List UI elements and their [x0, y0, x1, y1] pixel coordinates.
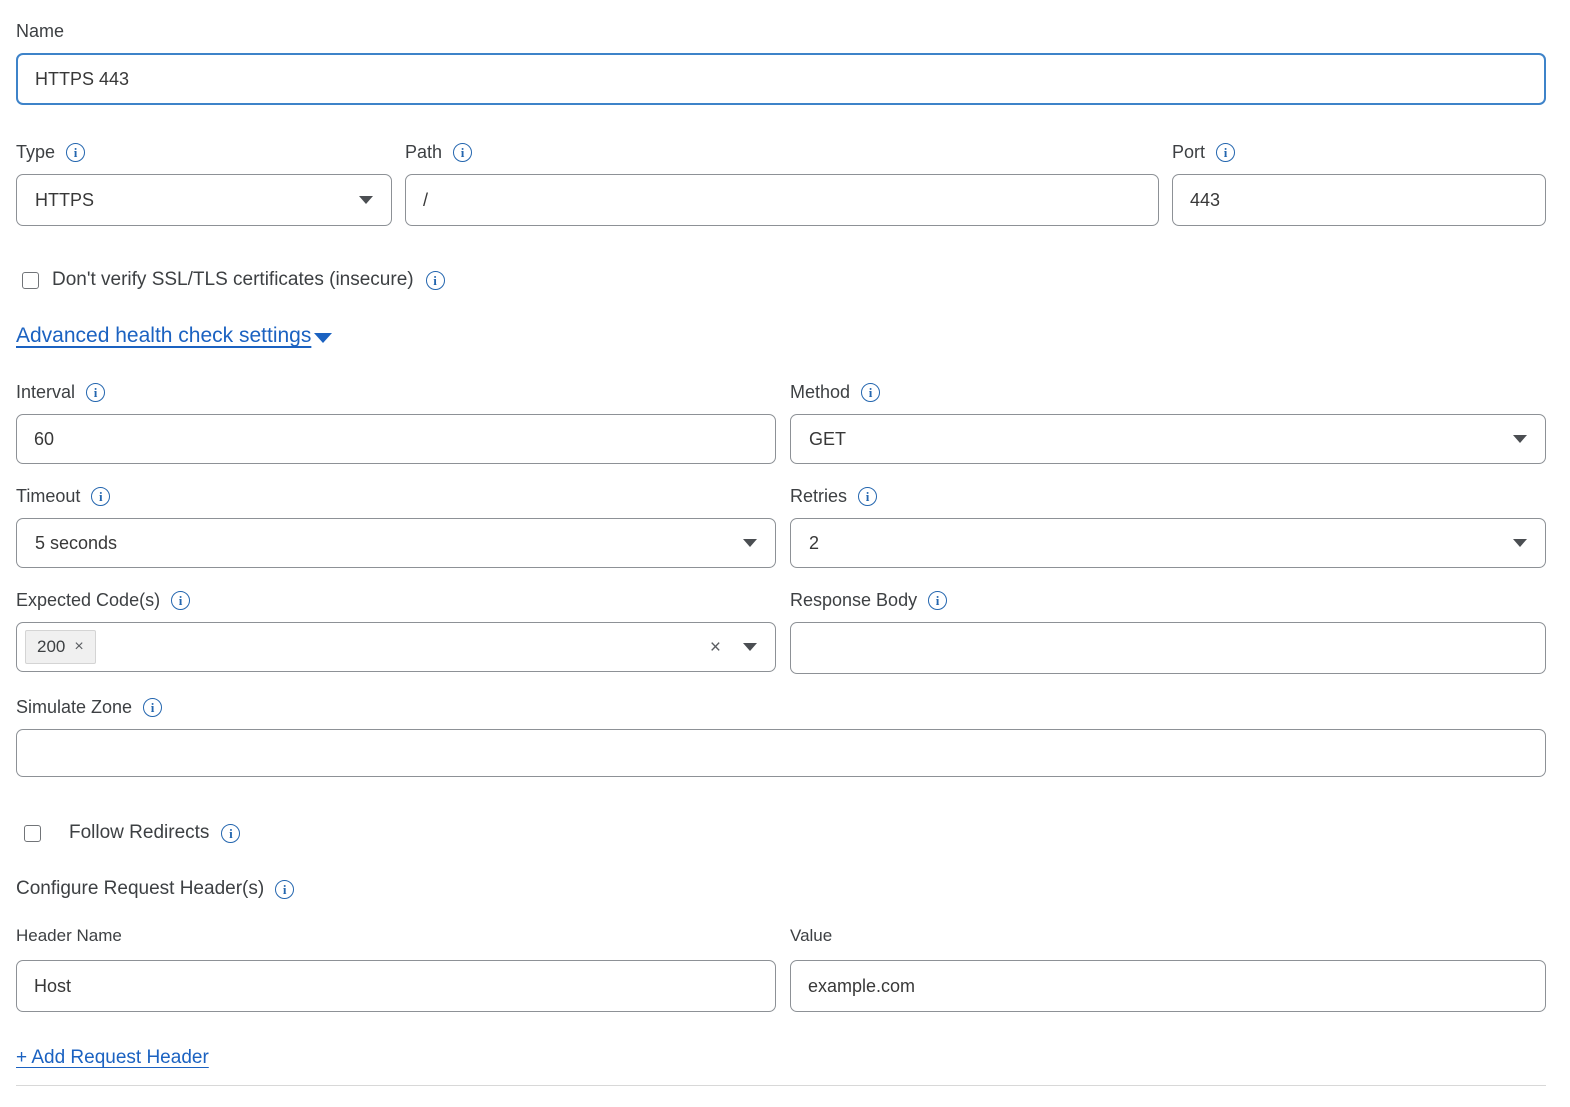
port-label-text: Port	[1172, 141, 1205, 163]
path-label: Path i	[405, 141, 1159, 163]
path-input[interactable]	[405, 174, 1159, 226]
expected-codes-multiselect[interactable]: 200 × ×	[16, 622, 776, 672]
timeout-select[interactable]: 5 seconds	[16, 518, 776, 568]
advanced-settings-link-text: Advanced health check settings	[16, 324, 311, 348]
port-input[interactable]	[1172, 174, 1546, 226]
name-label-text: Name	[16, 20, 64, 42]
simulate-zone-label: Simulate Zone i	[16, 696, 1546, 718]
chevron-down-icon	[1513, 435, 1527, 443]
info-icon[interactable]: i	[861, 383, 880, 402]
caret-down-icon	[314, 333, 332, 343]
interval-input[interactable]	[16, 414, 776, 464]
dont-verify-ssl-checkbox[interactable]	[22, 272, 39, 289]
dont-verify-ssl-label: Don't verify SSL/TLS certificates (insec…	[52, 269, 414, 291]
retries-select[interactable]: 2	[790, 518, 1546, 568]
method-label-text: Method	[790, 381, 850, 403]
method-select[interactable]: GET	[790, 414, 1546, 464]
response-body-input[interactable]	[790, 622, 1546, 674]
method-label: Method i	[790, 381, 1546, 403]
info-icon[interactable]: i	[1216, 143, 1235, 162]
method-select-value: GET	[809, 429, 846, 450]
name-input[interactable]	[16, 53, 1546, 105]
tag-remove-icon[interactable]: ×	[74, 638, 83, 656]
chevron-down-icon	[1513, 539, 1527, 547]
info-icon[interactable]: i	[66, 143, 85, 162]
simulate-zone-input[interactable]	[16, 729, 1546, 777]
info-icon[interactable]: i	[86, 383, 105, 402]
info-icon[interactable]: i	[426, 271, 445, 290]
timeout-label-text: Timeout	[16, 485, 80, 507]
timeout-select-value: 5 seconds	[35, 533, 117, 554]
chevron-down-icon	[359, 196, 373, 204]
expected-code-tag-text: 200	[37, 637, 65, 657]
chevron-down-icon[interactable]	[743, 643, 757, 651]
simulate-zone-label-text: Simulate Zone	[16, 696, 132, 718]
header-name-input[interactable]	[16, 960, 776, 1012]
info-icon[interactable]: i	[928, 591, 947, 610]
header-value-input[interactable]	[790, 960, 1546, 1012]
info-icon[interactable]: i	[858, 487, 877, 506]
port-label: Port i	[1172, 141, 1546, 163]
info-icon[interactable]: i	[221, 824, 240, 843]
section-divider	[16, 1085, 1546, 1086]
health-check-form: Name Type i HTTPS Path i Port i	[0, 0, 1570, 1086]
expected-codes-label-text: Expected Code(s)	[16, 589, 160, 611]
clear-icon[interactable]: ×	[710, 638, 721, 657]
follow-redirects-label: Follow Redirects	[69, 822, 209, 844]
response-body-label: Response Body i	[790, 589, 1546, 611]
path-label-text: Path	[405, 141, 442, 163]
type-label-text: Type	[16, 141, 55, 163]
configure-request-headers-label: Configure Request Header(s) i	[16, 878, 1546, 900]
response-body-label-text: Response Body	[790, 589, 917, 611]
follow-redirects-checkbox[interactable]	[24, 825, 41, 842]
info-icon[interactable]: i	[171, 591, 190, 610]
type-select[interactable]: HTTPS	[16, 174, 392, 226]
header-name-column-label: Header Name	[16, 926, 776, 946]
type-select-value: HTTPS	[35, 190, 94, 211]
expected-code-tag: 200 ×	[25, 630, 96, 664]
info-icon[interactable]: i	[275, 880, 294, 899]
name-label: Name	[16, 20, 1546, 42]
info-icon[interactable]: i	[91, 487, 110, 506]
add-request-header-link[interactable]: + Add Request Header	[16, 1047, 209, 1069]
request-header-row: Header Name Value	[16, 926, 1546, 1012]
retries-select-value: 2	[809, 533, 819, 554]
chevron-down-icon	[743, 539, 757, 547]
advanced-settings-link[interactable]: Advanced health check settings	[16, 324, 332, 348]
info-icon[interactable]: i	[143, 698, 162, 717]
interval-label: Interval i	[16, 381, 776, 403]
configure-request-headers-label-text: Configure Request Header(s)	[16, 878, 264, 900]
header-value-column-label: Value	[790, 926, 1546, 946]
timeout-label: Timeout i	[16, 485, 776, 507]
retries-label: Retries i	[790, 485, 1546, 507]
type-label: Type i	[16, 141, 392, 163]
info-icon[interactable]: i	[453, 143, 472, 162]
interval-label-text: Interval	[16, 381, 75, 403]
retries-label-text: Retries	[790, 485, 847, 507]
expected-codes-label: Expected Code(s) i	[16, 589, 776, 611]
